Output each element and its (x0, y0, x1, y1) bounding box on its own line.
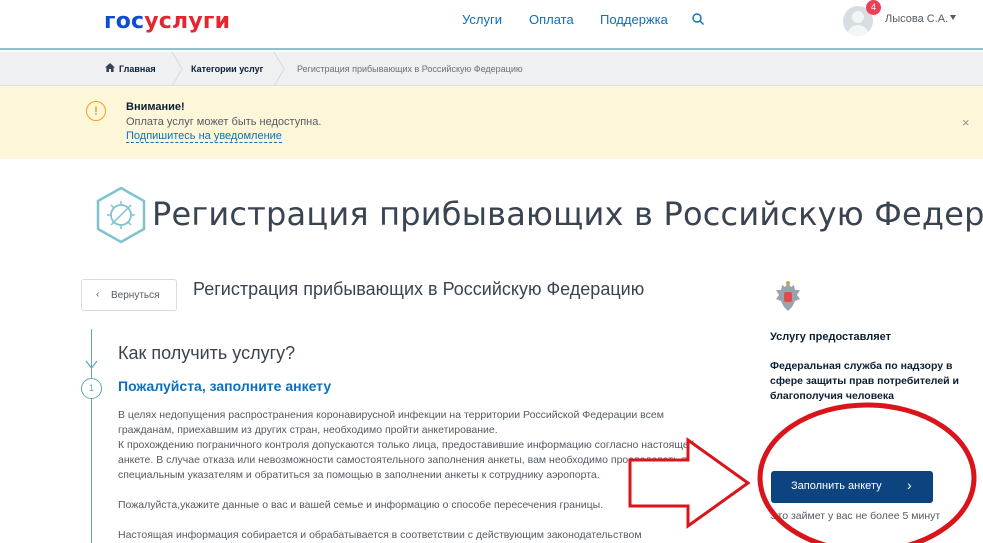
service-virus-icon (96, 186, 146, 244)
page-title: Регистрация прибывающих в Российскую Фед… (152, 195, 983, 233)
step-paragraph: Пожалуйста,укажите данные о вас и вашей … (118, 499, 604, 511)
time-estimate: Это займет у вас не более 5 минут (770, 510, 941, 522)
user-name[interactable]: Лысова С.А. (885, 13, 948, 25)
warning-title: Внимание! (126, 101, 185, 113)
logo-part-gos: гос (104, 9, 145, 34)
chevron-right-icon: › (907, 477, 912, 493)
nav-payment[interactable]: Оплата (529, 12, 574, 27)
fill-form-button-label: Заполнить анкету (791, 480, 882, 492)
back-button-label: Вернуться (111, 290, 160, 301)
step-title: Пожалуйста, заполните анкету (118, 378, 332, 394)
how-to-get-heading: Как получить услугу? (118, 343, 296, 363)
provider-name: Федеральная служба по надзору в сфере за… (770, 360, 959, 402)
warning-text: Оплата услуг может быть недоступна. (126, 116, 322, 128)
breadcrumb-separator (171, 52, 183, 86)
breadcrumb-home[interactable]: Главная (119, 64, 156, 74)
top-header: госуслуги Услуги Оплата Поддержка 4 Лысо… (0, 0, 983, 50)
close-icon[interactable]: × (962, 115, 970, 130)
provider-heading: Услугу предоставляет (770, 331, 892, 343)
rospotrebnadzor-emblem-icon (776, 281, 800, 311)
step-paragraph: К прохождению пограничного контроля допу… (118, 439, 695, 481)
chevron-left-icon: ‹ (96, 289, 100, 300)
nav-services[interactable]: Услуги (462, 12, 502, 27)
breadcrumb-current: Регистрация прибывающих в Российскую Фед… (297, 64, 523, 74)
step-paragraph: Настоящая информация собирается и обраба… (118, 529, 642, 541)
subscribe-notification-link[interactable]: Подпишитесь на уведомление (126, 130, 282, 143)
step-paragraph: В целях недопущения распространения коро… (118, 409, 664, 436)
breadcrumb: Главная Категории услуг Регистрация приб… (0, 52, 983, 86)
logo-part-uslugi: услуги (144, 9, 231, 34)
back-button[interactable]: ‹ Вернуться (81, 279, 177, 311)
breadcrumb-separator (273, 52, 285, 86)
breadcrumb-categories[interactable]: Категории услуг (191, 64, 263, 74)
chevron-down-icon[interactable] (950, 15, 956, 20)
step-number: 1 (81, 378, 102, 399)
fill-form-button[interactable]: Заполнить анкету › (771, 471, 933, 503)
notification-count-badge[interactable]: 4 (866, 0, 881, 15)
gosuslugi-logo[interactable]: госуслуги (104, 9, 230, 34)
arrow-down-icon (85, 360, 98, 369)
warning-icon: ! (86, 101, 106, 121)
nav-support[interactable]: Поддержка (600, 12, 668, 27)
home-icon (105, 63, 115, 72)
search-icon[interactable] (691, 12, 705, 26)
service-subtitle: Регистрация прибывающих в Российскую Фед… (193, 279, 645, 299)
page: госуслуги Услуги Оплата Поддержка 4 Лысо… (0, 0, 983, 543)
